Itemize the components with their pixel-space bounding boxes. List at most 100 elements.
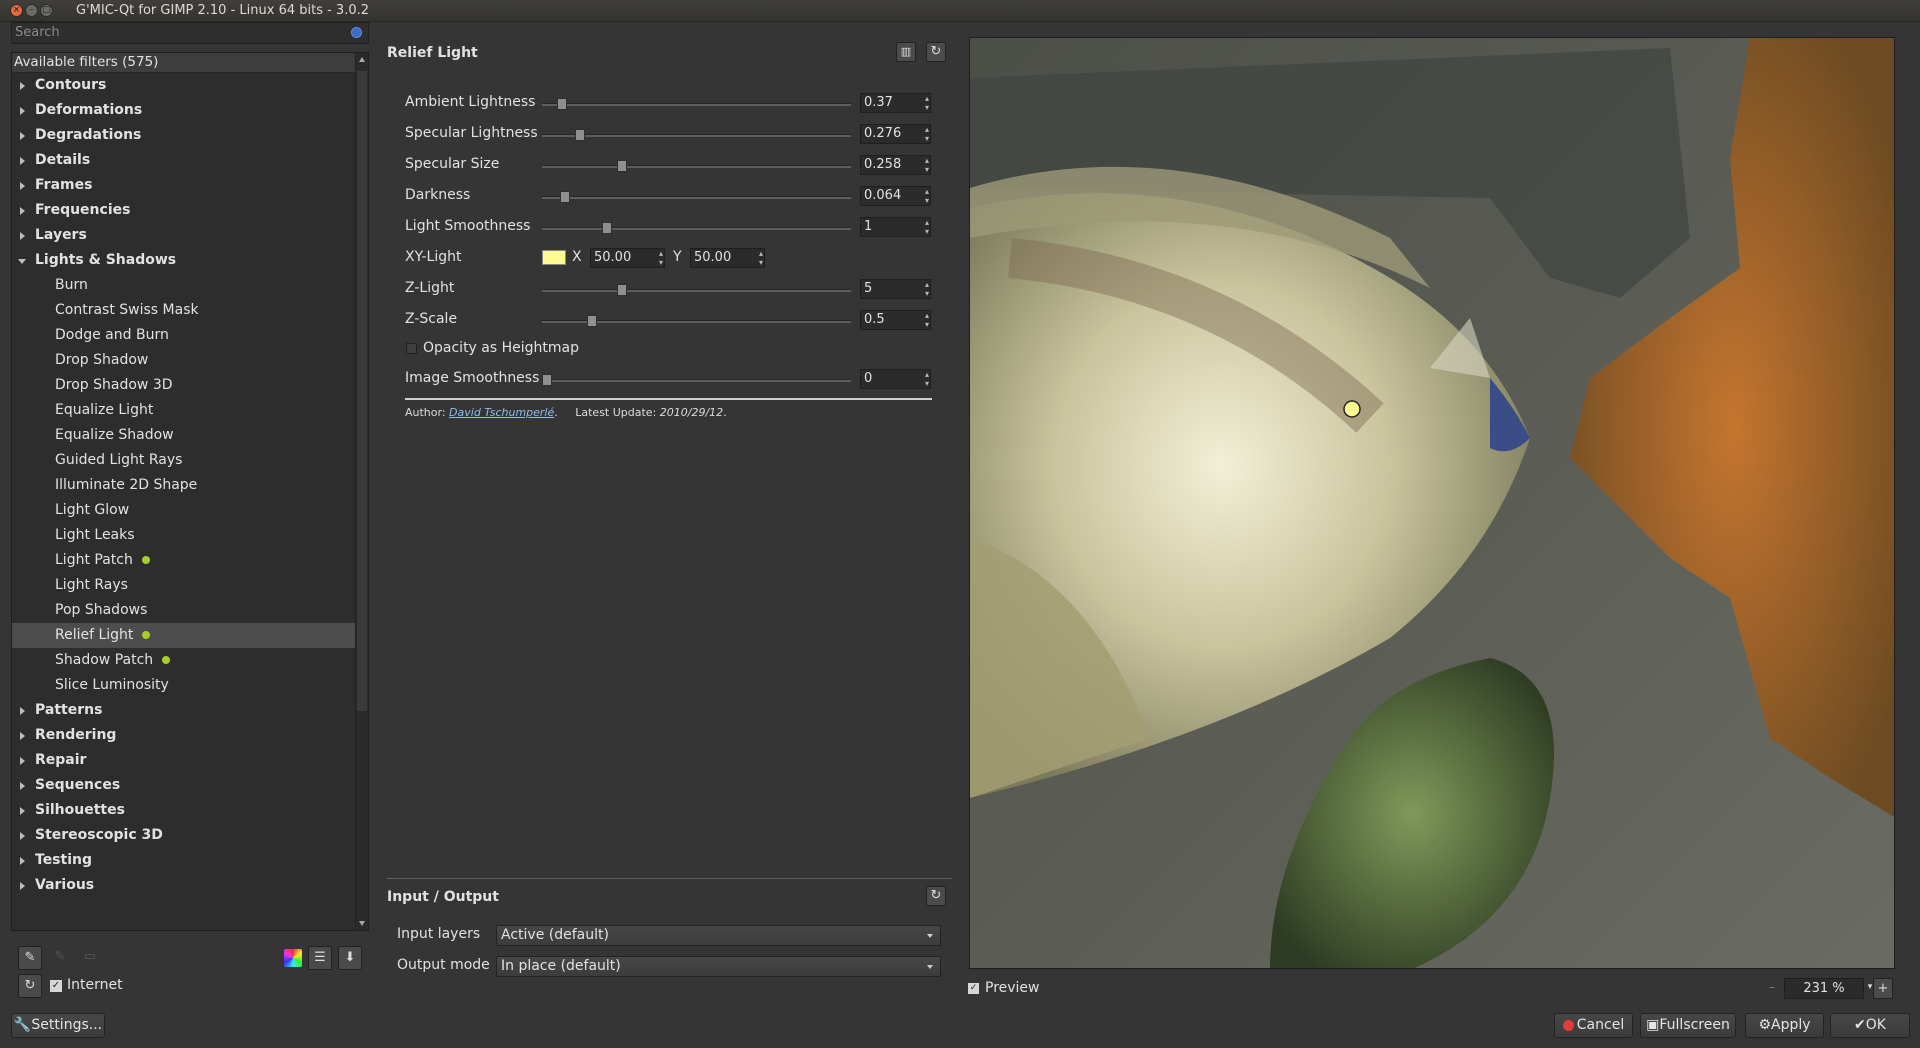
- tree-filter-item[interactable]: Pop Shadows: [12, 598, 368, 623]
- tree-filter-item[interactable]: Equalize Shadow: [12, 423, 368, 448]
- param-checkbox[interactable]: [406, 343, 417, 354]
- remove-favorite-button[interactable]: ✎: [48, 946, 72, 970]
- tree-scrollbar-thumb[interactable]: [357, 71, 367, 711]
- param-slider[interactable]: [542, 160, 851, 172]
- maximize-window-button[interactable]: □: [40, 4, 53, 17]
- light-position-handle: [1343, 400, 1361, 418]
- preview-checkbox[interactable]: ✓: [968, 983, 979, 994]
- author-link[interactable]: David Tschumperlé: [449, 406, 554, 419]
- tree-filter-item[interactable]: Shadow Patch: [12, 648, 368, 673]
- search-placeholder: Search: [15, 25, 60, 40]
- zoom-combo[interactable]: 231 %: [1784, 978, 1864, 999]
- filter-tree[interactable]: Available filters (575) Contours Deformat…: [11, 52, 369, 931]
- y-spinbox[interactable]: 50.00: [690, 248, 765, 268]
- zoom-out-icon[interactable]: –: [1762, 978, 1782, 999]
- list-view-icon[interactable]: ☰: [308, 946, 332, 970]
- tree-filter-item[interactable]: Illuminate 2D Shape: [12, 473, 368, 498]
- tree-category[interactable]: Patterns: [12, 698, 368, 723]
- output-mode-select[interactable]: In place (default): [496, 956, 941, 977]
- tree-category[interactable]: Details: [12, 148, 368, 173]
- layout-toggle-icon[interactable]: ▥: [896, 42, 916, 62]
- tree-filter-item[interactable]: Equalize Light: [12, 398, 368, 423]
- tree-category[interactable]: Various: [12, 873, 368, 898]
- cancel-button[interactable]: Cancel: [1554, 1013, 1633, 1038]
- slider-handle[interactable]: [556, 98, 567, 110]
- tree-filter-item[interactable]: Drop Shadow 3D: [12, 373, 368, 398]
- param-spinbox[interactable]: 0.064: [860, 186, 931, 206]
- io-section-title: Input / Output: [387, 889, 499, 905]
- close-window-button[interactable]: ×: [10, 4, 23, 17]
- tree-filter-item[interactable]: Light Glow: [12, 498, 368, 523]
- tree-category[interactable]: Degradations: [12, 123, 368, 148]
- slider-handle[interactable]: [586, 315, 597, 327]
- slider-handle[interactable]: [574, 129, 585, 141]
- tree-filter-item[interactable]: Light Rays: [12, 573, 368, 598]
- tree-scrollbar[interactable]: [355, 53, 368, 930]
- fullscreen-button[interactable]: ▣Fullscreen: [1640, 1013, 1736, 1038]
- tree-filter-item[interactable]: Drop Shadow: [12, 348, 368, 373]
- x-spinbox[interactable]: 50.00: [590, 248, 665, 268]
- slider-handle[interactable]: [542, 374, 552, 386]
- tree-filter-item[interactable]: Burn: [12, 273, 368, 298]
- scroll-up-icon[interactable]: [359, 57, 365, 62]
- io-splitter[interactable]: [387, 878, 952, 879]
- tree-filter-item[interactable]: Light Patch: [12, 548, 368, 573]
- search-icon[interactable]: [351, 27, 362, 38]
- add-favorite-button[interactable]: ✎: [18, 946, 42, 970]
- tree-filter-item[interactable]: Relief Light: [12, 623, 368, 648]
- tree-category[interactable]: Frequencies: [12, 198, 368, 223]
- param-spinbox[interactable]: 0.37: [860, 93, 931, 113]
- visibility-color-icon[interactable]: [284, 949, 302, 967]
- tree-category[interactable]: Sequences: [12, 773, 368, 798]
- param-spinbox[interactable]: 0.276: [860, 124, 931, 144]
- param-spinbox[interactable]: 0.5: [860, 310, 931, 330]
- internet-checkbox[interactable]: ✓: [50, 980, 62, 992]
- apply-button[interactable]: ⚙Apply: [1745, 1013, 1824, 1038]
- param-slider[interactable]: [542, 98, 851, 110]
- settings-button[interactable]: 🔧Settings...: [11, 1013, 105, 1038]
- tree-category[interactable]: Frames: [12, 173, 368, 198]
- tree-filter-item[interactable]: Slice Luminosity: [12, 673, 368, 698]
- param-slider[interactable]: [542, 374, 851, 386]
- param-spinbox[interactable]: 1: [860, 217, 931, 237]
- tree-category[interactable]: Silhouettes: [12, 798, 368, 823]
- reset-io-icon[interactable]: ↻: [926, 886, 946, 906]
- tree-item-label: Rendering: [35, 727, 117, 743]
- param-spinbox[interactable]: 5: [860, 279, 931, 299]
- param-spinbox[interactable]: 0.258: [860, 155, 931, 175]
- tree-filter-item[interactable]: Guided Light Rays: [12, 448, 368, 473]
- slider-handle[interactable]: [559, 191, 570, 203]
- tree-category[interactable]: Lights & Shadows: [12, 248, 368, 273]
- scroll-down-icon[interactable]: [359, 921, 365, 926]
- tree-filter-item[interactable]: Dodge and Burn: [12, 323, 368, 348]
- param-slider[interactable]: [542, 129, 851, 141]
- ok-button[interactable]: ✔OK: [1830, 1013, 1910, 1038]
- tree-category[interactable]: Deformations: [12, 98, 368, 123]
- minimize-window-button[interactable]: –: [25, 4, 38, 17]
- reset-params-icon[interactable]: ↻: [926, 42, 946, 62]
- tree-category[interactable]: Layers: [12, 223, 368, 248]
- slider-handle[interactable]: [616, 160, 627, 172]
- download-icon[interactable]: ⬇: [338, 946, 362, 970]
- zoom-in-icon[interactable]: +: [1873, 978, 1893, 999]
- tree-category[interactable]: Contours: [12, 73, 368, 98]
- refresh-filters-button[interactable]: ↻: [18, 974, 42, 998]
- param-slider[interactable]: [542, 284, 851, 296]
- tree-category[interactable]: Rendering: [12, 723, 368, 748]
- tree-filter-item[interactable]: Light Leaks: [12, 523, 368, 548]
- param-slider[interactable]: [542, 315, 851, 327]
- tree-category[interactable]: Testing: [12, 848, 368, 873]
- tree-category[interactable]: Repair: [12, 748, 368, 773]
- preview-image[interactable]: [969, 37, 1895, 969]
- param-spinbox[interactable]: 0: [860, 369, 931, 389]
- slider-handle[interactable]: [616, 284, 627, 296]
- rename-favorite-button[interactable]: ▭: [78, 946, 102, 970]
- light-color-swatch[interactable]: [542, 250, 566, 265]
- tree-category[interactable]: Stereoscopic 3D: [12, 823, 368, 848]
- input-layers-select[interactable]: Active (default): [496, 925, 941, 946]
- param-slider[interactable]: [542, 191, 851, 203]
- slider-handle[interactable]: [601, 222, 612, 234]
- param-slider[interactable]: [542, 222, 851, 234]
- search-input[interactable]: Search: [11, 22, 369, 44]
- tree-filter-item[interactable]: Contrast Swiss Mask: [12, 298, 368, 323]
